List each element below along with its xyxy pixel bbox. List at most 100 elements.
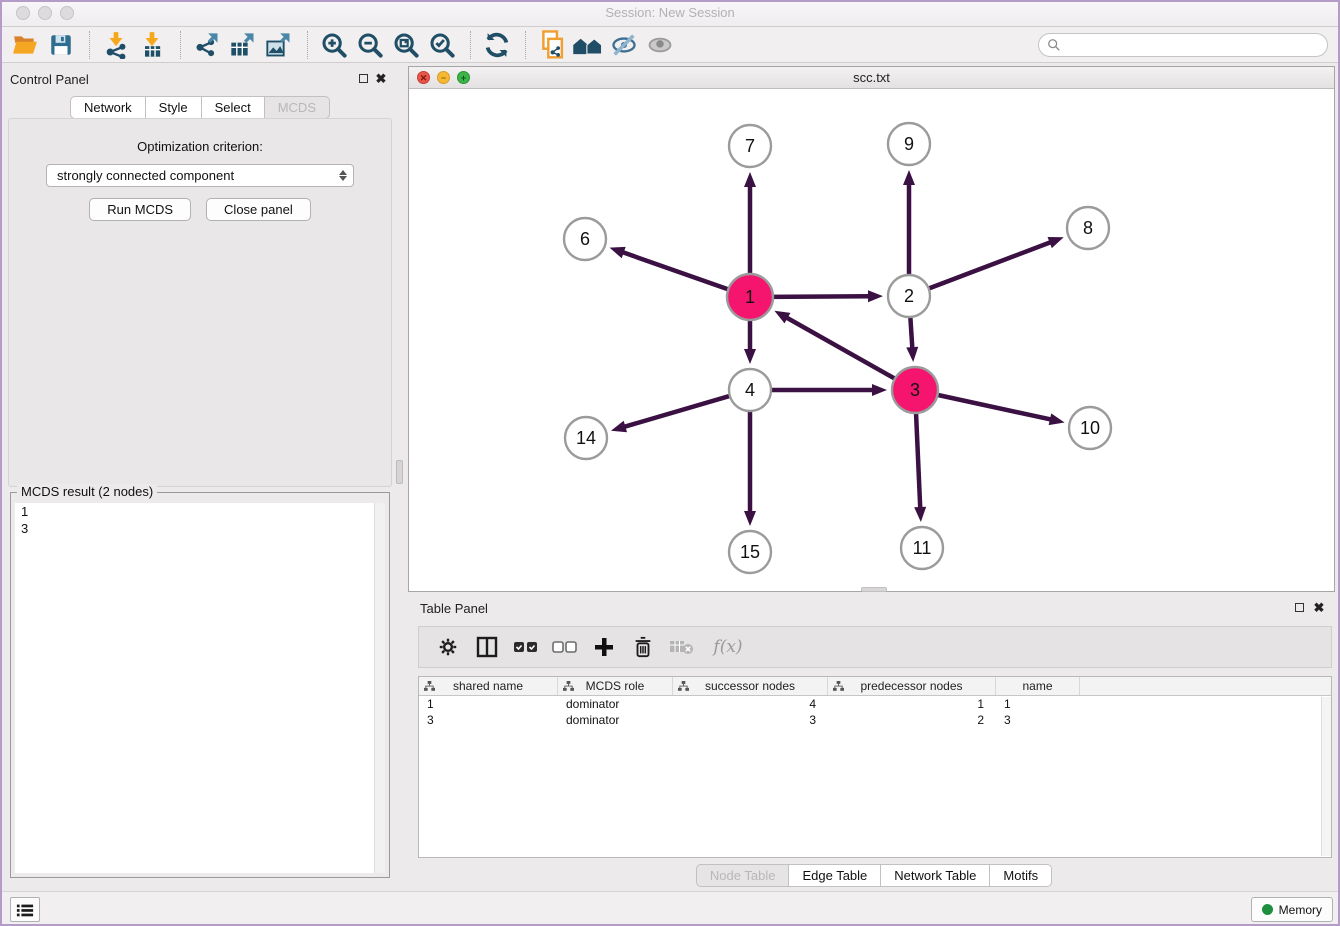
graph-arrowhead (903, 170, 915, 185)
export-table-icon[interactable] (226, 30, 260, 60)
graph-arrowhead (1048, 237, 1064, 248)
graph-edge-3-1[interactable] (786, 317, 898, 380)
column-header-name[interactable]: name (996, 677, 1080, 695)
tab-select[interactable]: Select (202, 96, 265, 119)
zoom-in-icon[interactable] (317, 30, 351, 60)
hierarchy-icon (833, 681, 844, 692)
graph-node-6[interactable]: 6 (564, 218, 606, 260)
close-panel-icon[interactable]: ✖ (374, 71, 388, 85)
table-cell[interactable]: 1 (996, 696, 1080, 712)
column-header-MCDS-role[interactable]: MCDS role (558, 677, 673, 695)
table-cell[interactable]: 3 (996, 712, 1080, 728)
tab-motifs[interactable]: Motifs (990, 864, 1052, 887)
refresh-icon[interactable] (480, 30, 514, 60)
add-column-icon[interactable] (589, 633, 619, 661)
clone-network-icon[interactable] (535, 30, 569, 60)
graph-node-3[interactable]: 3 (892, 367, 938, 413)
table-panel-title: Table Panel (420, 601, 488, 616)
graph-node-10[interactable]: 10 (1069, 407, 1111, 449)
graph-node-4[interactable]: 4 (729, 369, 771, 411)
mcds-result-list[interactable]: 13 (15, 503, 385, 873)
graph-arrowhead (914, 507, 926, 522)
tab-network-table[interactable]: Network Table (881, 864, 990, 887)
node-table[interactable]: shared nameMCDS rolesuccessor nodesprede… (418, 676, 1332, 858)
column-header-predecessor-nodes[interactable]: predecessor nodes (828, 677, 996, 695)
float-panel-icon[interactable] (1292, 600, 1306, 614)
graph-edge-4-14[interactable] (623, 395, 732, 427)
result-item[interactable]: 1 (15, 503, 385, 520)
delete-trash-icon[interactable] (628, 633, 658, 661)
select-all-rows-icon[interactable] (511, 633, 541, 661)
graph-arrowhead (611, 421, 627, 433)
run-mcds-button[interactable]: Run MCDS (89, 198, 191, 221)
chevron-updown-icon (337, 165, 353, 186)
table-cell[interactable]: 1 (419, 696, 558, 712)
graph-node-2[interactable]: 2 (888, 275, 930, 317)
table-scrollbar[interactable] (1321, 697, 1331, 856)
graph-edge-3-11[interactable] (916, 410, 920, 509)
tab-node-table[interactable]: Node Table (696, 864, 790, 887)
tab-edge-table[interactable]: Edge Table (789, 864, 881, 887)
main-toolbar (0, 27, 1340, 63)
table-row[interactable]: 3dominator323 (419, 712, 1331, 728)
table-cell[interactable]: 1 (828, 696, 996, 712)
close-panel-button[interactable]: Close panel (206, 198, 311, 221)
criterion-dropdown[interactable]: strongly connected component (46, 164, 354, 187)
table-cell[interactable]: dominator (558, 696, 673, 712)
graph-node-9[interactable]: 9 (888, 123, 930, 165)
graph-node-1[interactable]: 1 (727, 274, 773, 320)
horizontal-splitter-handle[interactable] (861, 587, 887, 592)
graph-edge-3-10[interactable] (935, 394, 1052, 419)
show-all-icon (643, 30, 677, 60)
panel-splitter-handle[interactable] (396, 460, 403, 484)
table-cell[interactable]: 2 (828, 712, 996, 728)
graph-edge-1-2[interactable] (770, 296, 870, 297)
network-canvas[interactable]: 7 9 6 8 1 2 4 3 14 10 15 11 (409, 89, 1334, 591)
memory-button[interactable]: Memory (1251, 897, 1333, 922)
close-panel-icon[interactable]: ✖ (1312, 600, 1326, 614)
gear-icon[interactable] (433, 633, 463, 661)
table-cell[interactable]: 3 (673, 712, 828, 728)
graph-arrowhead (744, 349, 756, 364)
graph-edge-1-6[interactable] (622, 252, 731, 290)
table-row[interactable]: 1dominator411 (419, 696, 1331, 712)
tab-network[interactable]: Network (70, 96, 146, 119)
deselect-rows-icon[interactable] (550, 633, 580, 661)
graph-node-15[interactable]: 15 (729, 531, 771, 573)
column-header-successor-nodes[interactable]: successor nodes (673, 677, 828, 695)
graph-node-14[interactable]: 14 (565, 417, 607, 459)
zoom-fit-icon[interactable] (389, 30, 423, 60)
result-scrollbar[interactable] (374, 503, 385, 873)
graph-edge-2-8[interactable] (926, 242, 1052, 290)
table-cell[interactable]: 3 (419, 712, 558, 728)
tab-mcds[interactable]: MCDS (265, 96, 330, 119)
task-history-button[interactable] (10, 897, 40, 922)
export-network-icon[interactable] (190, 30, 224, 60)
float-panel-icon[interactable] (356, 71, 370, 85)
group-nodes-icon[interactable] (571, 30, 605, 60)
zoom-out-icon[interactable] (353, 30, 387, 60)
graph-node-11[interactable]: 11 (901, 527, 943, 569)
hierarchy-icon (678, 681, 689, 692)
save-session-icon[interactable] (44, 30, 78, 60)
result-item[interactable]: 3 (15, 520, 385, 537)
export-image-icon[interactable] (262, 30, 296, 60)
table-cell[interactable]: 4 (673, 696, 828, 712)
open-session-icon[interactable] (8, 30, 42, 60)
import-network-icon[interactable] (99, 30, 133, 60)
search-input[interactable] (1038, 33, 1328, 57)
hide-selected-icon[interactable] (607, 30, 641, 60)
column-header-shared-name[interactable]: shared name (419, 677, 558, 695)
table-tabs: Node TableEdge TableNetwork TableMotifs (408, 864, 1340, 887)
graph-edge-2-3[interactable] (910, 314, 912, 349)
graph-node-7[interactable]: 7 (729, 125, 771, 167)
table-cell[interactable]: dominator (558, 712, 673, 728)
split-columns-icon[interactable] (472, 633, 502, 661)
function-builder-icon: f(x) (706, 633, 750, 661)
import-table-icon[interactable] (135, 30, 169, 60)
graph-node-8[interactable]: 8 (1067, 207, 1109, 249)
tab-style[interactable]: Style (146, 96, 202, 119)
graph-arrowhead (774, 311, 790, 324)
network-window-titlebar[interactable]: ✕ − + scc.txt (409, 67, 1334, 89)
zoom-selected-icon[interactable] (425, 30, 459, 60)
